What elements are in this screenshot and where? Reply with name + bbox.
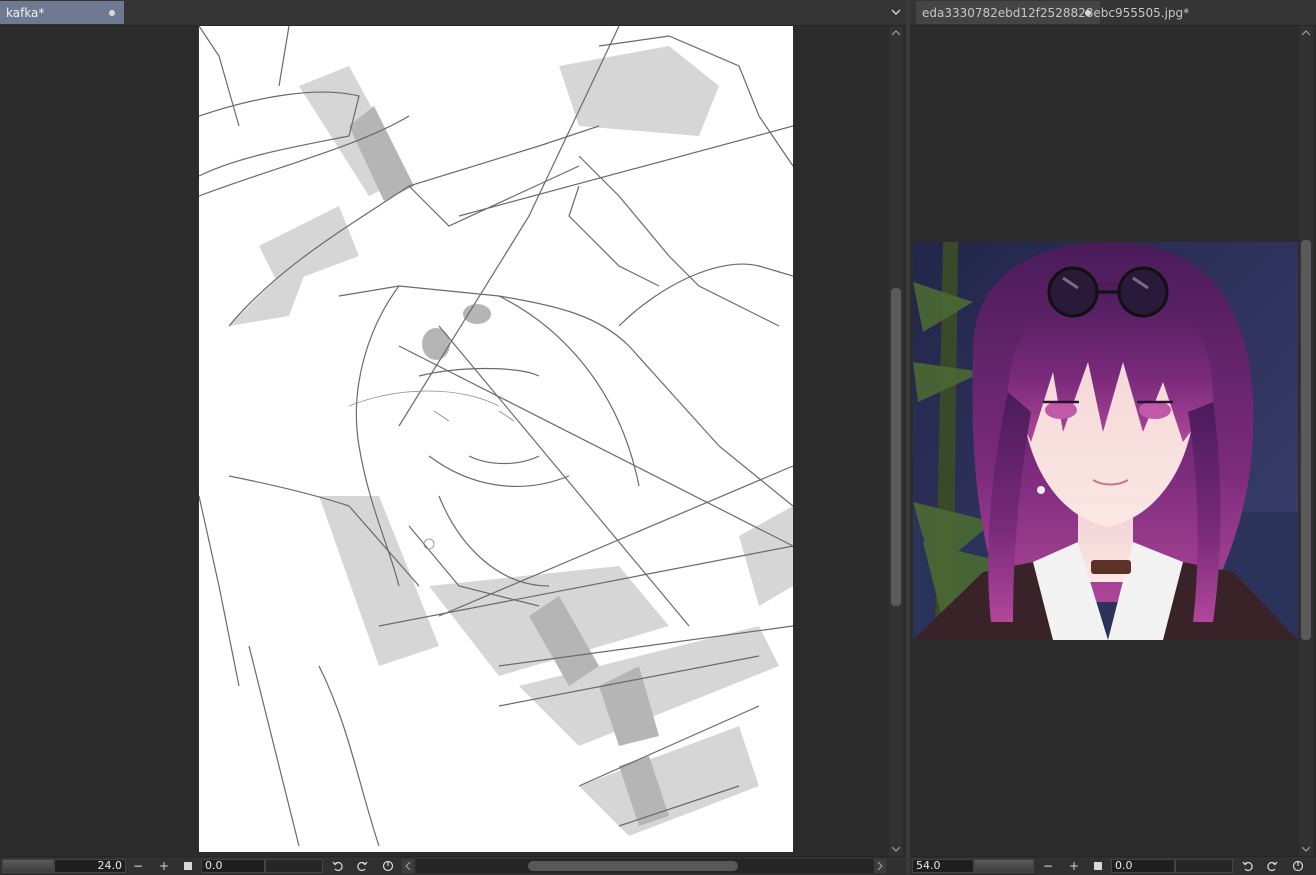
tab-reference-image[interactable]: eda3330782ebd12f2528828ebc955505.jpg* <box>916 1 1189 24</box>
rotate-right-icon[interactable] <box>354 858 370 874</box>
tab-kafka[interactable]: kafka* <box>0 1 124 24</box>
horizontal-scrollbar[interactable] <box>416 859 874 873</box>
scroll-right-arrow-icon[interactable] <box>874 859 886 873</box>
reference-image <box>913 242 1298 640</box>
modified-dot-icon <box>109 10 115 16</box>
left-tab-bar: kafka* <box>0 0 906 26</box>
zoom-in-button[interactable]: + <box>156 858 172 874</box>
rotate-left-icon[interactable] <box>330 858 346 874</box>
zoom-out-button[interactable]: − <box>1040 858 1056 874</box>
right-reference-view: eda3330782ebd12f2528828ebc955505.jpg* 54… <box>910 0 1316 875</box>
rotation-field[interactable]: 0.0 <box>1111 859 1175 873</box>
vertical-scrollbar[interactable] <box>1299 26 1313 856</box>
rotation-field[interactable]: 0.0 <box>201 859 265 873</box>
drawing-canvas[interactable] <box>199 26 793 852</box>
modified-dot-icon <box>1085 10 1091 16</box>
reset-zoom-square-icon[interactable] <box>180 858 196 874</box>
zoom-in-button[interactable]: + <box>1066 858 1082 874</box>
left-view-statusbar: 24.0 − + 0.0 <box>0 856 906 875</box>
reset-rotation-icon[interactable] <box>380 858 396 874</box>
tab-list-chevron-down-icon[interactable] <box>888 4 904 20</box>
zoom-level-field[interactable]: 54.0 <box>912 859 974 873</box>
sketch-artwork <box>199 26 793 847</box>
rotation-slider-track[interactable] <box>1175 859 1233 873</box>
vertical-scrollbar[interactable] <box>889 26 903 856</box>
reset-rotation-icon[interactable] <box>1290 858 1306 874</box>
drawing-viewport[interactable] <box>0 26 888 856</box>
tab-title: kafka* <box>6 5 45 20</box>
zoom-out-button[interactable]: − <box>130 858 146 874</box>
rotate-left-icon[interactable] <box>1240 858 1256 874</box>
horizontal-scroll-thumb[interactable] <box>528 861 738 871</box>
scroll-up-arrow-icon[interactable] <box>1299 26 1313 40</box>
right-tab-bar: eda3330782ebd12f2528828ebc955505.jpg* <box>910 0 1316 26</box>
reset-zoom-square-icon[interactable] <box>1090 858 1106 874</box>
vertical-scroll-thumb[interactable] <box>891 288 901 606</box>
scroll-left-arrow-icon[interactable] <box>402 859 414 873</box>
rotate-right-icon[interactable] <box>1264 858 1280 874</box>
zoom-slider-track[interactable] <box>2 859 54 873</box>
scroll-up-arrow-icon[interactable] <box>889 26 903 40</box>
scroll-down-arrow-icon[interactable] <box>1299 842 1313 856</box>
left-canvas-view: kafka* 24.0 − + 0.0 <box>0 0 906 875</box>
rotation-slider-track[interactable] <box>265 859 323 873</box>
zoom-slider-track[interactable] <box>974 859 1034 873</box>
tab-title: eda3330782ebd12f2528828ebc955505.jpg* <box>922 5 1190 20</box>
vertical-scroll-thumb[interactable] <box>1301 240 1311 640</box>
zoom-level-field[interactable]: 24.0 <box>54 859 126 873</box>
reference-viewport[interactable] <box>910 26 1298 856</box>
scroll-down-arrow-icon[interactable] <box>889 842 903 856</box>
right-view-statusbar: 54.0 − + 0.0 <box>910 856 1316 875</box>
